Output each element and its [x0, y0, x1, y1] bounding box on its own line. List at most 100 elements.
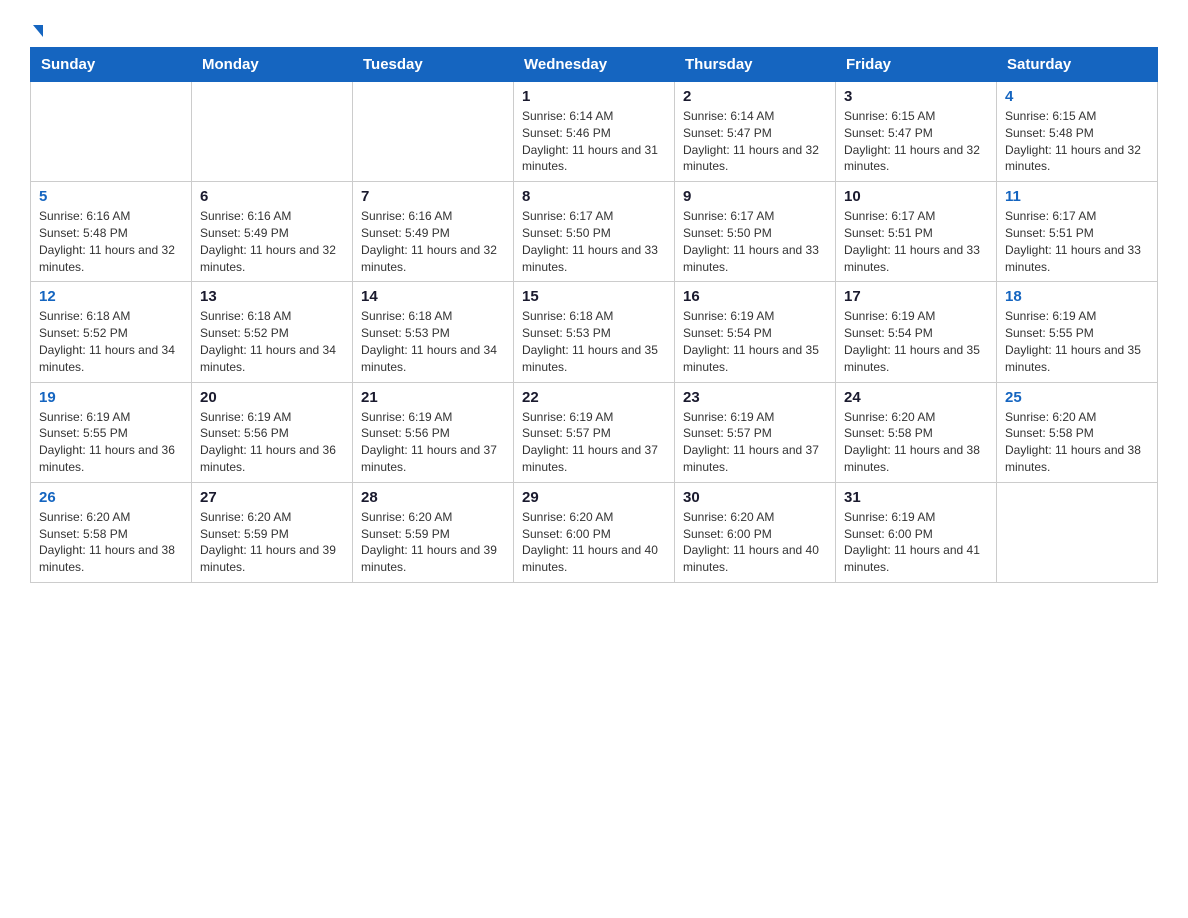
calendar-cell: 17 Sunrise: 6:19 AMSunset: 5:54 PMDayligh… [836, 282, 997, 382]
day-number: 24 [844, 389, 988, 406]
calendar-cell: 10 Sunrise: 6:17 AMSunset: 5:51 PMDayligh… [836, 182, 997, 282]
calendar-cell: 30 Sunrise: 6:20 AMSunset: 6:00 PMDayligh… [675, 482, 836, 582]
day-info: Sunrise: 6:18 AMSunset: 5:53 PMDaylight:… [522, 308, 666, 375]
day-number: 30 [683, 489, 827, 506]
day-number: 21 [361, 389, 505, 406]
day-number: 4 [1005, 88, 1149, 105]
day-number: 10 [844, 188, 988, 205]
day-number: 9 [683, 188, 827, 205]
calendar-cell: 24 Sunrise: 6:20 AMSunset: 5:58 PMDayligh… [836, 382, 997, 482]
day-info: Sunrise: 6:18 AMSunset: 5:52 PMDaylight:… [200, 308, 344, 375]
day-info: Sunrise: 6:20 AMSunset: 5:58 PMDaylight:… [1005, 409, 1149, 476]
week-row-5: 26Sunrise: 6:20 AMSunset: 5:58 PMDayligh… [31, 482, 1158, 582]
day-info: Sunrise: 6:18 AMSunset: 5:53 PMDaylight:… [361, 308, 505, 375]
day-info: Sunrise: 6:17 AMSunset: 5:51 PMDaylight:… [1005, 208, 1149, 275]
day-info: Sunrise: 6:19 AMSunset: 5:55 PMDaylight:… [1005, 308, 1149, 375]
calendar-cell: 19 Sunrise: 6:19 AMSunset: 5:55 PMDayligh… [31, 382, 192, 482]
weekday-header-saturday: Saturday [997, 48, 1158, 82]
calendar-cell: 25 Sunrise: 6:20 AMSunset: 5:58 PMDayligh… [997, 382, 1158, 482]
day-info: Sunrise: 6:20 AMSunset: 5:58 PMDaylight:… [844, 409, 988, 476]
calendar-cell: 20Sunrise: 6:19 AMSunset: 5:56 PMDayligh… [192, 382, 353, 482]
day-info: Sunrise: 6:15 AMSunset: 5:48 PMDaylight:… [1005, 108, 1149, 175]
day-info: Sunrise: 6:15 AMSunset: 5:47 PMDaylight:… [844, 108, 988, 175]
day-number: 27 [200, 489, 344, 506]
day-number: 1 [522, 88, 666, 105]
calendar-cell: 9 Sunrise: 6:17 AMSunset: 5:50 PMDaylight… [675, 182, 836, 282]
day-info: Sunrise: 6:19 AMSunset: 5:57 PMDaylight:… [522, 409, 666, 476]
day-number: 17 [844, 288, 988, 305]
day-number: 12 [39, 288, 183, 305]
weekday-header-tuesday: Tuesday [353, 48, 514, 82]
day-info: Sunrise: 6:16 AMSunset: 5:48 PMDaylight:… [39, 208, 183, 275]
calendar-cell: 6Sunrise: 6:16 AMSunset: 5:49 PMDaylight… [192, 182, 353, 282]
day-info: Sunrise: 6:19 AMSunset: 5:56 PMDaylight:… [361, 409, 505, 476]
calendar-cell: 18 Sunrise: 6:19 AMSunset: 5:55 PMDayligh… [997, 282, 1158, 382]
weekday-header-thursday: Thursday [675, 48, 836, 82]
week-row-3: 12 Sunrise: 6:18 AMSunset: 5:52 PMDayligh… [31, 282, 1158, 382]
calendar-cell: 7 Sunrise: 6:16 AMSunset: 5:49 PMDaylight… [353, 182, 514, 282]
calendar-cell: 3Sunrise: 6:15 AMSunset: 5:47 PMDaylight… [836, 82, 997, 182]
day-number: 7 [361, 188, 505, 205]
day-info: Sunrise: 6:14 AMSunset: 5:46 PMDaylight:… [522, 108, 666, 175]
day-info: Sunrise: 6:19 AMSunset: 5:54 PMDaylight:… [683, 308, 827, 375]
day-number: 5 [39, 188, 183, 205]
day-number: 26 [39, 489, 183, 506]
day-info: Sunrise: 6:20 AMSunset: 5:59 PMDaylight:… [361, 509, 505, 576]
calendar-cell: 29 Sunrise: 6:20 AMSunset: 6:00 PMDayligh… [514, 482, 675, 582]
calendar-cell: 4 Sunrise: 6:15 AMSunset: 5:48 PMDaylight… [997, 82, 1158, 182]
calendar-cell: 23Sunrise: 6:19 AMSunset: 5:57 PMDayligh… [675, 382, 836, 482]
calendar-cell: 21 Sunrise: 6:19 AMSunset: 5:56 PMDayligh… [353, 382, 514, 482]
day-info: Sunrise: 6:17 AMSunset: 5:51 PMDaylight:… [844, 208, 988, 275]
week-row-2: 5 Sunrise: 6:16 AMSunset: 5:48 PMDaylight… [31, 182, 1158, 282]
calendar-cell: 26Sunrise: 6:20 AMSunset: 5:58 PMDayligh… [31, 482, 192, 582]
day-info: Sunrise: 6:18 AMSunset: 5:52 PMDaylight:… [39, 308, 183, 375]
day-number: 25 [1005, 389, 1149, 406]
day-number: 22 [522, 389, 666, 406]
calendar-cell: 14 Sunrise: 6:18 AMSunset: 5:53 PMDayligh… [353, 282, 514, 382]
day-number: 11 [1005, 188, 1149, 205]
day-number: 14 [361, 288, 505, 305]
day-number: 15 [522, 288, 666, 305]
calendar-cell: 11 Sunrise: 6:17 AMSunset: 5:51 PMDayligh… [997, 182, 1158, 282]
day-number: 20 [200, 389, 344, 406]
day-number: 23 [683, 389, 827, 406]
day-info: Sunrise: 6:19 AMSunset: 5:55 PMDaylight:… [39, 409, 183, 476]
weekday-header-friday: Friday [836, 48, 997, 82]
day-info: Sunrise: 6:17 AMSunset: 5:50 PMDaylight:… [683, 208, 827, 275]
day-info: Sunrise: 6:16 AMSunset: 5:49 PMDaylight:… [361, 208, 505, 275]
logo [30, 20, 43, 37]
day-info: Sunrise: 6:14 AMSunset: 5:47 PMDaylight:… [683, 108, 827, 175]
day-number: 29 [522, 489, 666, 506]
day-info: Sunrise: 6:17 AMSunset: 5:50 PMDaylight:… [522, 208, 666, 275]
calendar-cell: 13 Sunrise: 6:18 AMSunset: 5:52 PMDayligh… [192, 282, 353, 382]
logo-arrow-icon [33, 25, 43, 37]
day-number: 19 [39, 389, 183, 406]
day-info: Sunrise: 6:16 AMSunset: 5:49 PMDaylight:… [200, 208, 344, 275]
calendar-cell [353, 82, 514, 182]
weekday-header-row: SundayMondayTuesdayWednesdayThursdayFrid… [31, 48, 1158, 82]
day-number: 31 [844, 489, 988, 506]
calendar-cell [31, 82, 192, 182]
calendar-cell: 15 Sunrise: 6:18 AMSunset: 5:53 PMDayligh… [514, 282, 675, 382]
day-info: Sunrise: 6:19 AMSunset: 5:54 PMDaylight:… [844, 308, 988, 375]
day-number: 18 [1005, 288, 1149, 305]
day-info: Sunrise: 6:20 AMSunset: 6:00 PMDaylight:… [683, 509, 827, 576]
day-info: Sunrise: 6:20 AMSunset: 5:59 PMDaylight:… [200, 509, 344, 576]
calendar-cell: 2 Sunrise: 6:14 AMSunset: 5:47 PMDaylight… [675, 82, 836, 182]
calendar-cell: 16Sunrise: 6:19 AMSunset: 5:54 PMDayligh… [675, 282, 836, 382]
day-number: 8 [522, 188, 666, 205]
weekday-header-monday: Monday [192, 48, 353, 82]
day-info: Sunrise: 6:20 AMSunset: 6:00 PMDaylight:… [522, 509, 666, 576]
day-number: 2 [683, 88, 827, 105]
day-number: 13 [200, 288, 344, 305]
weekday-header-wednesday: Wednesday [514, 48, 675, 82]
calendar-cell: 22 Sunrise: 6:19 AMSunset: 5:57 PMDayligh… [514, 382, 675, 482]
calendar-cell: 27 Sunrise: 6:20 AMSunset: 5:59 PMDayligh… [192, 482, 353, 582]
calendar-cell: 12 Sunrise: 6:18 AMSunset: 5:52 PMDayligh… [31, 282, 192, 382]
calendar-cell: 28 Sunrise: 6:20 AMSunset: 5:59 PMDayligh… [353, 482, 514, 582]
week-row-1: 1 Sunrise: 6:14 AMSunset: 5:46 PMDaylight… [31, 82, 1158, 182]
header [30, 20, 1158, 37]
day-info: Sunrise: 6:19 AMSunset: 6:00 PMDaylight:… [844, 509, 988, 576]
day-number: 28 [361, 489, 505, 506]
calendar-cell: 8 Sunrise: 6:17 AMSunset: 5:50 PMDaylight… [514, 182, 675, 282]
